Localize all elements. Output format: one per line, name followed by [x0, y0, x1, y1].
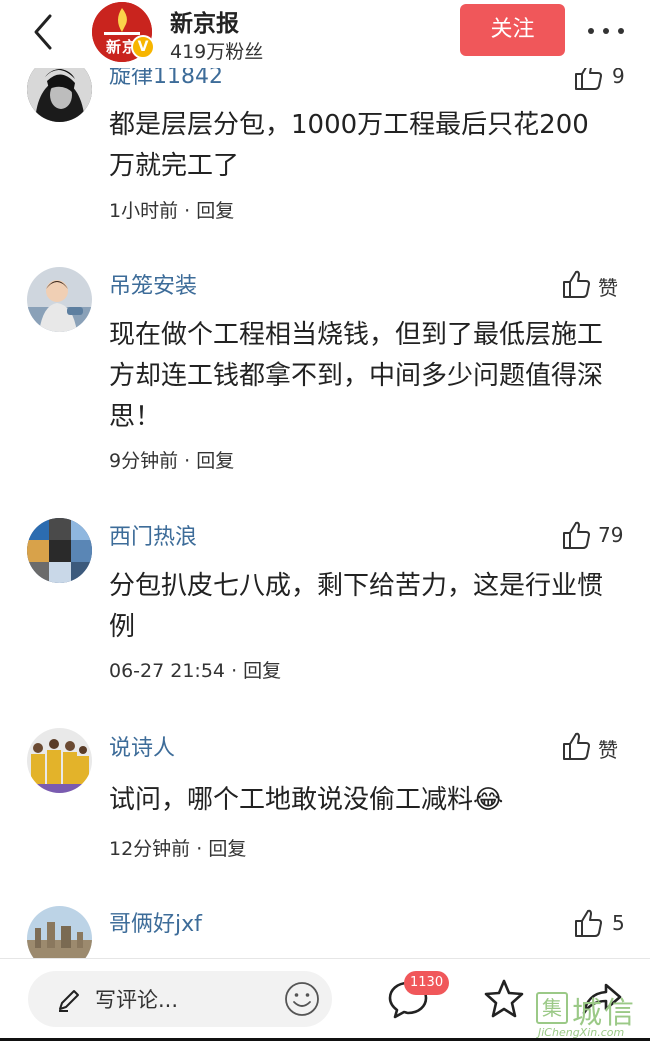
reply-button[interactable]: 回复: [243, 660, 281, 682]
dot: [618, 28, 624, 34]
comment-text: 现在做个工程相当烧钱，但到了最低层施工方却连工钱都拿不到，中间多少问题值得深思！: [109, 320, 604, 432]
thumb-up-icon: [575, 909, 602, 937]
comment-input[interactable]: 写评论...: [28, 971, 332, 1027]
watermark-logo: 集: [536, 992, 568, 1024]
emoji-icon[interactable]: [284, 981, 320, 1017]
reply-button[interactable]: 回复: [196, 200, 234, 222]
like-label: 赞: [598, 276, 618, 300]
site-watermark: 集 城信 JiChengXin.com: [534, 988, 650, 1041]
meta-separator: ·: [196, 838, 209, 860]
comment-text: 分包扒皮七八成，剩下给苦力，这是行业惯例: [109, 571, 604, 642]
comment-meta: 1小时前 · 回复: [109, 196, 234, 223]
back-button[interactable]: [26, 12, 62, 52]
account-name[interactable]: 新京报: [170, 4, 239, 38]
thumb-up-icon: [563, 521, 590, 549]
comment-placeholder: 写评论...: [95, 988, 179, 1012]
fans-count: 419万粉丝: [170, 41, 264, 63]
comment-list: 旋律11842 9 都是层层分包，1000万工程最后只花200万就完工了 1小时…: [0, 0, 650, 960]
comment-username[interactable]: 吊笼安装: [109, 268, 197, 300]
like-count: 5: [612, 911, 625, 935]
like-label: 赞: [598, 738, 618, 762]
comment-text: 试问，哪个工地敢说没偷工减料😂: [109, 780, 609, 821]
user-avatar[interactable]: [27, 518, 92, 583]
reply-button[interactable]: 回复: [196, 450, 234, 472]
more-options-icon[interactable]: [584, 16, 628, 46]
comment-item: 西门热浪 79 分包扒皮七八成，剩下给苦力，这是行业惯例 06-27 21:54…: [0, 500, 650, 710]
comment-meta: 12分钟前 · 回复: [109, 834, 246, 861]
user-avatar[interactable]: [27, 267, 92, 332]
comment-item: 哥俩好jxf 5: [0, 890, 650, 960]
thumb-up-icon: [563, 732, 590, 760]
thumb-up-icon: [563, 270, 590, 298]
comment-text: 都是层层分包，1000万工程最后只花200万就完工了: [109, 110, 589, 181]
comment-time: 06-27 21:54: [109, 660, 226, 682]
comment-item: 说诗人 赞 试问，哪个工地敢说没偷工减料😂 12分钟前 · 回复: [0, 710, 650, 890]
dot: [603, 28, 609, 34]
follow-button[interactable]: 关注: [460, 4, 565, 56]
meta-separator: ·: [231, 660, 244, 682]
dot: [588, 28, 594, 34]
comment-meta: 9分钟前 · 回复: [109, 446, 234, 473]
meta-separator: ·: [184, 200, 197, 222]
pen-icon: [59, 990, 79, 1012]
comment-time: 1小时前: [109, 200, 179, 222]
comment-item: 吊笼安装 赞 现在做个工程相当烧钱，但到了最低层施工方却连工钱都拿不到，中间多少…: [0, 240, 650, 500]
comment-time: 12分钟前: [109, 838, 191, 860]
like-count: 79: [598, 523, 624, 547]
comment-text-body: 试问，哪个工地敢说没偷工减料: [109, 785, 474, 815]
star-icon[interactable]: [482, 977, 526, 1021]
user-avatar[interactable]: [27, 728, 92, 793]
comment-username[interactable]: 西门热浪: [109, 519, 197, 551]
top-header: 新京 V 新京报 419万粉丝 关注: [0, 0, 650, 68]
app-root: 旋律11842 9 都是层层分包，1000万工程最后只花200万就完工了 1小时…: [0, 0, 650, 1041]
comment-count-badge: 1130: [404, 971, 450, 995]
comment-meta: 06-27 21:54 · 回复: [109, 656, 281, 683]
laughing-emoji-icon: 😂: [473, 785, 504, 815]
chevron-left-icon: [34, 14, 52, 50]
comment-time: 9分钟前: [109, 450, 179, 472]
verified-badge-icon: V: [131, 35, 155, 59]
comment-username[interactable]: 说诗人: [109, 730, 175, 762]
reply-button[interactable]: 回复: [208, 838, 246, 860]
meta-separator: ·: [184, 450, 197, 472]
user-avatar[interactable]: [27, 906, 92, 960]
comment-username[interactable]: 哥俩好jxf: [109, 906, 202, 938]
